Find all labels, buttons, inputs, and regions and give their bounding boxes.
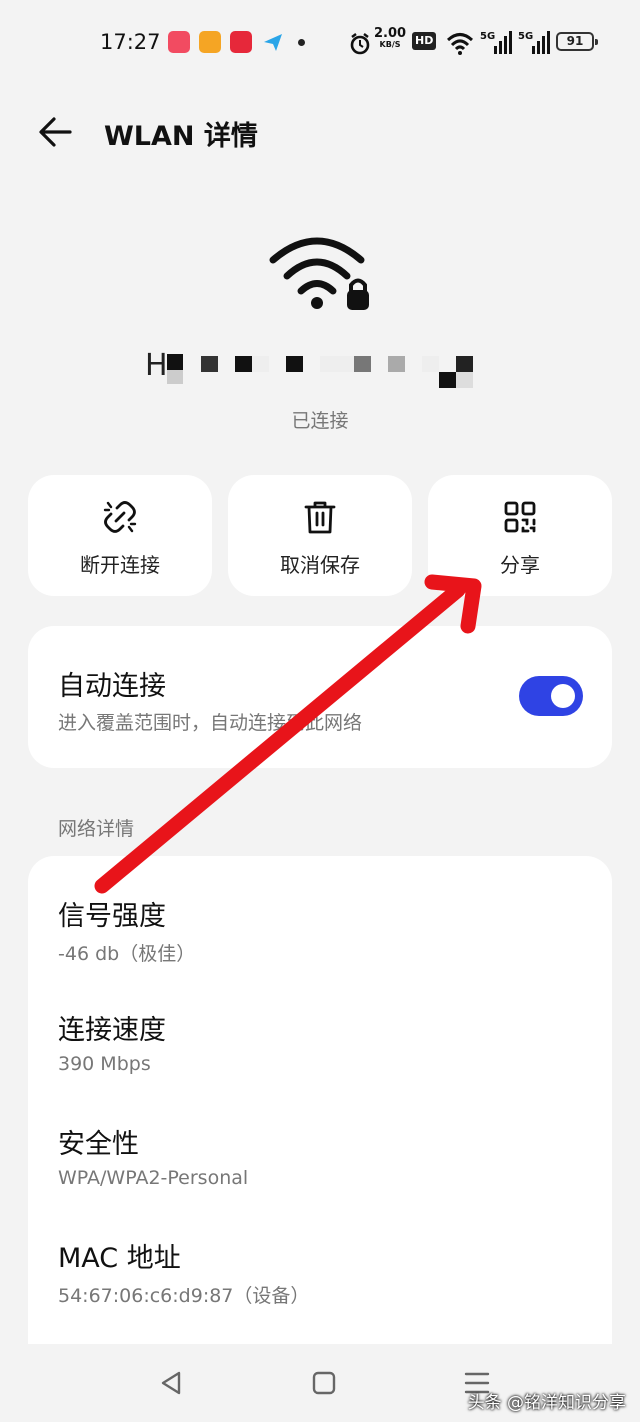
nav-back-icon[interactable] — [151, 1366, 191, 1400]
svg-text:5G: 5G — [480, 31, 495, 42]
wlan-details-screen: 17:27 2.00 KB/S HD 5G 5G 91 WLAN 详情 H 已连… — [0, 0, 640, 1422]
disconnect-label: 断开连接 — [80, 553, 160, 577]
notification-dot-icon — [298, 39, 305, 46]
share-label: 分享 — [500, 553, 540, 577]
battery-icon: 91 — [556, 32, 598, 51]
page-title: WLAN 详情 — [104, 121, 258, 152]
auto-connect-card: 自动连接 进入覆盖范围时，自动连接到此网络 — [28, 626, 612, 768]
connection-status: 已连接 — [291, 410, 349, 432]
auto-connect-toggle[interactable] — [519, 676, 583, 716]
signal-5g-icon-2: 5G — [518, 31, 550, 54]
forget-network-button[interactable]: 取消保存 — [228, 475, 412, 596]
taobao-app-icon — [168, 31, 190, 53]
share-button[interactable]: 分享 — [428, 475, 612, 596]
nav-home-icon[interactable] — [304, 1366, 344, 1400]
signal-5g-icon-1: 5G — [480, 31, 512, 54]
detail-link-speed: 连接速度 390 Mbps — [58, 1015, 166, 1075]
alarm-icon — [350, 33, 370, 55]
trash-icon — [304, 501, 336, 534]
watermark: 头条 @铭洋知识分享 — [467, 1393, 626, 1413]
auto-connect-title: 自动连接 — [58, 671, 166, 702]
hd-badge: HD — [412, 32, 437, 50]
header: WLAN 详情 — [0, 100, 640, 164]
detail-signal-strength: 信号强度 -46 db（极佳） — [58, 901, 196, 965]
auto-connect-subtitle: 进入覆盖范围时，自动连接到此网络 — [58, 712, 363, 734]
wifi-locked-icon — [269, 237, 369, 310]
section-label-network-details: 网络详情 — [58, 818, 135, 840]
forget-network-label: 取消保存 — [280, 553, 360, 577]
toggle-knob — [551, 684, 575, 708]
qr-code-icon — [504, 501, 536, 533]
shopping-app-icon — [230, 31, 252, 53]
video-app-icon — [199, 31, 221, 53]
network-speed: 2.00 KB/S — [374, 26, 407, 49]
send-app-icon — [264, 34, 282, 51]
wifi-status-icon — [446, 33, 474, 55]
disconnect-button[interactable]: 断开连接 — [28, 475, 212, 596]
detail-mac-address: MAC 地址 54:67:06:c6:d9:87（设备） — [58, 1243, 310, 1307]
broken-link-icon — [103, 501, 137, 533]
detail-security: 安全性 WPA/WPA2-Personal — [58, 1129, 249, 1189]
svg-text:5G: 5G — [518, 31, 533, 42]
status-time: 17:27 — [100, 30, 161, 54]
back-arrow-icon[interactable] — [34, 110, 78, 154]
network-details-card: 信号强度 -46 db（极佳） 连接速度 390 Mbps 安全性 WPA/WP… — [28, 856, 612, 1376]
status-bar: 17:27 2.00 KB/S HD 5G 5G 91 — [0, 24, 640, 64]
network-ssid: H — [145, 348, 485, 388]
